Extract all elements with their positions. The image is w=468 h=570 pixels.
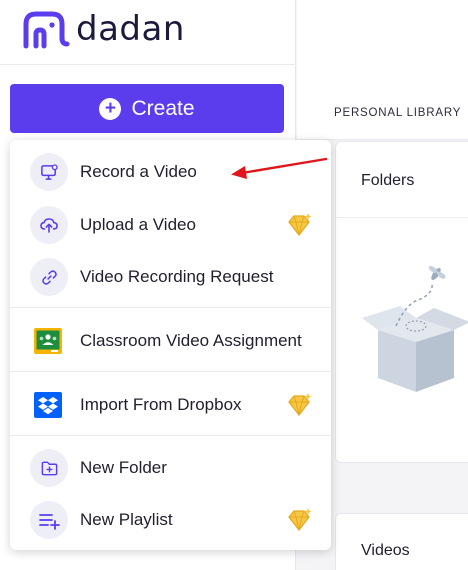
monitor-record-icon: [30, 153, 68, 191]
playlist-add-icon: [30, 501, 68, 539]
link-icon: [30, 258, 68, 296]
elephant-logo-icon: [23, 11, 70, 49]
brand-name: dadan: [76, 9, 185, 49]
folder-plus-icon: [30, 449, 68, 487]
menu-item-recording-request[interactable]: Video Recording Request: [10, 252, 331, 302]
folders-card: Folders: [335, 141, 468, 463]
create-button-label: Create: [131, 96, 195, 120]
menu-item-label: Upload a Video: [80, 215, 196, 234]
tab-personal-library[interactable]: PERSONAL LIBRARY: [334, 107, 461, 119]
premium-diamond-icon: [288, 213, 312, 236]
dropbox-icon: [34, 392, 62, 418]
menu-item-classroom-assignment[interactable]: Classroom Video Assignment: [10, 316, 331, 366]
menu-item-new-folder[interactable]: New Folder: [10, 443, 331, 493]
folders-title: Folders: [361, 172, 415, 189]
menu-item-upload-video[interactable]: Upload a Video: [10, 200, 331, 250]
menu-divider: [10, 435, 331, 436]
library-tabs: PERSONAL LIBRARY: [297, 0, 468, 140]
menu-item-label: New Folder: [80, 458, 167, 477]
sidebar-divider: [0, 64, 296, 65]
folders-divider: [336, 217, 468, 218]
menu-item-label: Import From Dropbox: [80, 395, 242, 414]
menu-item-import-dropbox[interactable]: Import From Dropbox: [10, 380, 331, 430]
red-arrow-annotation-icon: [231, 157, 328, 179]
videos-card: Videos: [335, 513, 468, 570]
logo[interactable]: dadan: [22, 8, 185, 50]
create-button[interactable]: + Create: [10, 84, 284, 133]
cloud-upload-icon: [30, 206, 68, 244]
menu-divider: [10, 371, 331, 372]
menu-item-label: Video Recording Request: [80, 267, 274, 286]
google-classroom-icon: [34, 328, 62, 354]
videos-title: Videos: [361, 542, 410, 559]
menu-item-new-playlist[interactable]: New Playlist: [10, 495, 331, 545]
menu-item-label: Classroom Video Assignment: [80, 331, 302, 350]
create-dropdown-menu: Record a Video Upload a Video Video Reco…: [10, 140, 331, 550]
menu-divider: [10, 307, 331, 308]
menu-item-label: Record a Video: [80, 162, 197, 181]
premium-diamond-icon: [288, 508, 312, 531]
premium-diamond-icon: [288, 393, 312, 416]
plus-icon: +: [99, 97, 122, 120]
menu-item-label: New Playlist: [80, 510, 173, 529]
empty-box-illustration-icon: [362, 265, 468, 392]
